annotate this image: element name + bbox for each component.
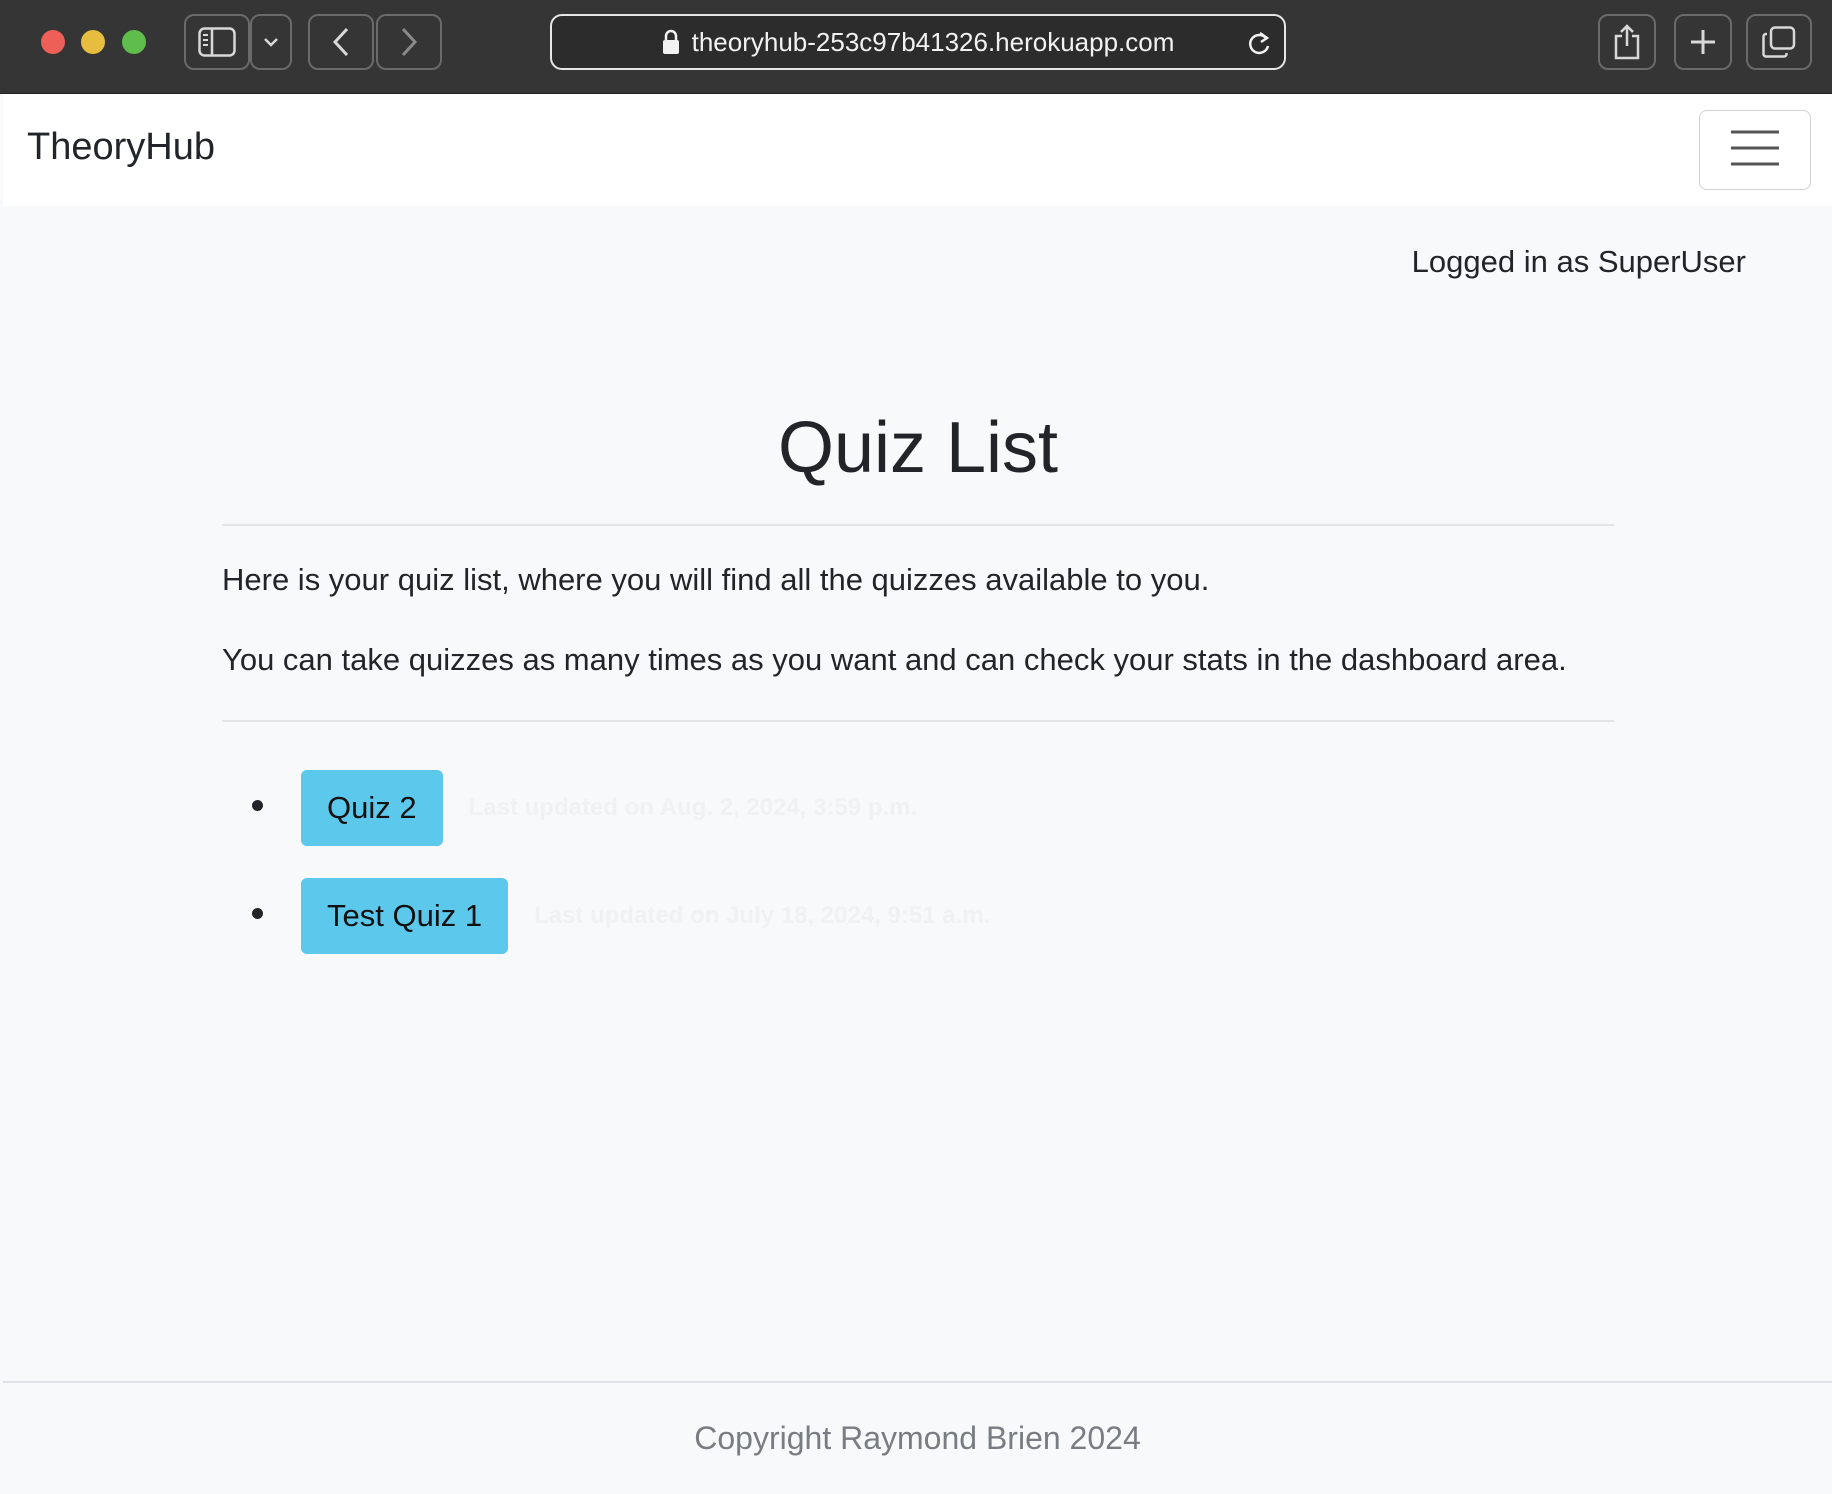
zoom-window-button[interactable] (122, 30, 146, 54)
divider (222, 524, 1614, 526)
sidebar-icon (198, 27, 236, 57)
page-title: Quiz List (777, 408, 1059, 488)
main-content: Quiz List Here is your quiz list, where … (222, 406, 1614, 986)
copyright-text: Copyright Raymond Brien 2024 (694, 1420, 1141, 1456)
quiz-button[interactable]: Test Quiz 1 (301, 878, 509, 954)
back-button[interactable] (308, 14, 374, 70)
lock-icon (662, 29, 680, 55)
forward-button[interactable] (376, 14, 442, 70)
brand-link[interactable]: TheoryHub (27, 126, 215, 169)
chevron-down-icon (263, 37, 279, 47)
browser-toolbar: theoryhub-253c97b41326.herokuapp.com (0, 0, 1832, 94)
tab-overview-button[interactable] (1746, 14, 1812, 70)
note-text: You can take quizzes as many times as yo… (222, 642, 1567, 677)
last-updated-text: Last updated on July 18, 2024, 9:51 a.m. (534, 902, 991, 929)
divider (222, 720, 1614, 722)
share-button[interactable] (1598, 14, 1656, 70)
site-footer: Copyright Raymond Brien 2024 (3, 1381, 1832, 1494)
bullet (252, 908, 263, 919)
share-icon (1612, 24, 1642, 60)
sidebar-menu-button[interactable] (250, 14, 292, 70)
reload-icon[interactable] (1246, 30, 1272, 58)
plus-icon (1689, 28, 1717, 56)
last-updated-text: Last updated on Aug. 2, 2024, 3:59 p.m. (468, 794, 918, 821)
hamburger-icon (1730, 129, 1780, 172)
list-item: Test Quiz 1 Last updated on July 18, 202… (222, 878, 1614, 954)
quiz-list: Quiz 2 Last updated on Aug. 2, 2024, 3:5… (222, 770, 1614, 954)
chevron-right-icon (400, 27, 418, 57)
chevron-left-icon (332, 27, 350, 57)
address-bar[interactable]: theoryhub-253c97b41326.herokuapp.com (550, 14, 1286, 70)
url-text: theoryhub-253c97b41326.herokuapp.com (691, 26, 1175, 57)
tabs-icon (1762, 26, 1796, 58)
quiz-button[interactable]: Quiz 2 (301, 770, 443, 846)
sidebar-toggle-button[interactable] (184, 14, 250, 70)
login-status: Logged in as SuperUser (1411, 244, 1746, 279)
web-page: TheoryHub Logged in as SuperUser Quiz Li… (3, 94, 1832, 1494)
bullet (252, 800, 263, 811)
site-navbar: TheoryHub (3, 94, 1832, 206)
new-tab-button[interactable] (1674, 14, 1732, 70)
list-item: Quiz 2 Last updated on Aug. 2, 2024, 3:5… (222, 770, 1614, 846)
minimize-window-button[interactable] (81, 30, 105, 54)
close-window-button[interactable] (41, 30, 65, 54)
intro-text: Here is your quiz list, where you will f… (222, 562, 1210, 597)
navbar-toggler-button[interactable] (1699, 110, 1811, 190)
